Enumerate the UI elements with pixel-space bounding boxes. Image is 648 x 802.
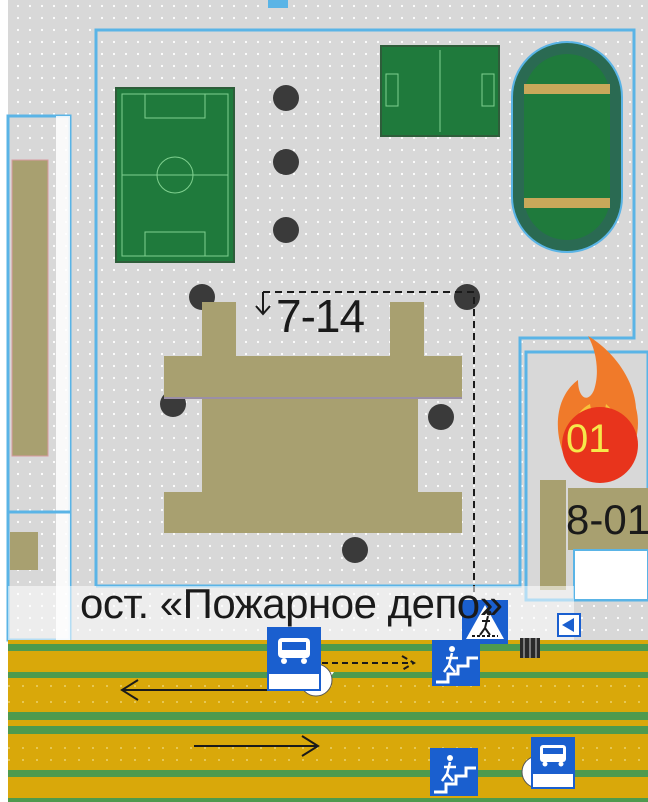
building-number-label: 7-14 <box>276 290 365 342</box>
fire-station-number-label: 01 <box>566 417 611 461</box>
right-building-number-label: 8-01 <box>566 496 648 543</box>
direction-arrow-icon[interactable] <box>557 613 581 637</box>
bus-stop-icon[interactable] <box>531 737 575 789</box>
left-road-strip <box>56 116 70 640</box>
running-track-icon <box>511 41 623 253</box>
football-field-icon <box>115 87 235 263</box>
bollard-icon <box>520 638 540 658</box>
city-map <box>6 0 648 802</box>
underground-passage-icon[interactable] <box>432 640 480 686</box>
right-white-area <box>573 549 648 601</box>
top-road-marker <box>268 0 288 8</box>
mini-football-field-icon <box>380 45 500 137</box>
bus-stop-icon[interactable] <box>267 627 321 691</box>
underground-passage-icon[interactable] <box>430 748 478 796</box>
bus-stop-label: ост. «Пожарное депо» <box>80 580 503 627</box>
left-building-small <box>10 532 38 570</box>
fire-station-building <box>540 480 566 590</box>
left-building <box>11 159 49 457</box>
